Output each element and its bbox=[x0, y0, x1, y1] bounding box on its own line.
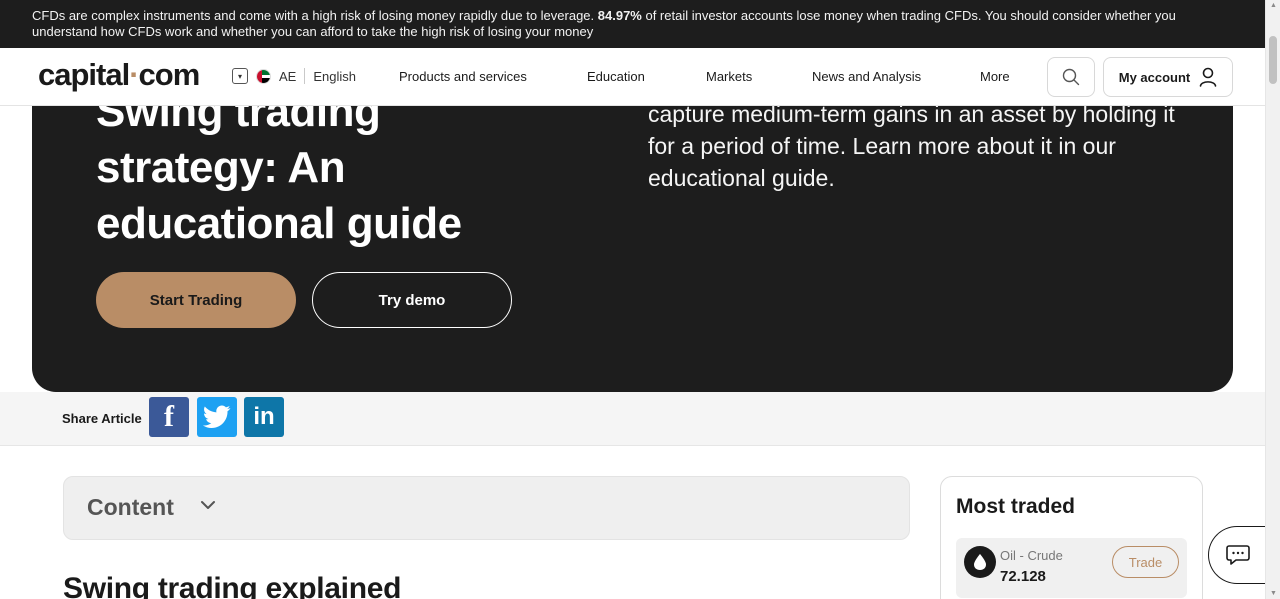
logo-dot: · bbox=[129, 57, 139, 92]
risk-text-before: CFDs are complex instruments and come wi… bbox=[32, 8, 598, 23]
nav-item-education[interactable]: Education bbox=[587, 69, 645, 84]
scroll-down-arrow-icon[interactable]: ▼ bbox=[1270, 590, 1277, 597]
try-demo-button[interactable]: Try demo bbox=[312, 272, 512, 328]
logo-part-left: capital bbox=[38, 57, 130, 92]
page-title: Swing trading strategy: An educational g… bbox=[96, 87, 462, 248]
language-label[interactable]: English bbox=[313, 69, 356, 84]
chat-icon bbox=[1226, 545, 1250, 565]
market-item[interactable]: Oil - Crude 72.128 Trade bbox=[956, 538, 1187, 598]
trade-button[interactable]: Trade bbox=[1112, 546, 1179, 578]
nav-item-products[interactable]: Products and services bbox=[399, 69, 527, 84]
main-navigation: capital·com ▾ AE English Products and se… bbox=[0, 48, 1265, 106]
share-article-bar: Share Article f in bbox=[0, 392, 1265, 446]
scrollbar-thumb[interactable] bbox=[1269, 36, 1277, 84]
nav-item-markets[interactable]: Markets bbox=[706, 69, 752, 84]
content-accordion[interactable]: Content bbox=[63, 476, 910, 540]
nav-item-news[interactable]: News and Analysis bbox=[812, 69, 921, 84]
uae-flag-icon bbox=[256, 68, 271, 84]
twitter-icon[interactable] bbox=[197, 397, 237, 437]
page-scrollbar[interactable]: ▲ ▼ bbox=[1265, 0, 1280, 599]
my-account-button[interactable]: My account bbox=[1103, 57, 1233, 97]
region-code: AE bbox=[279, 68, 297, 84]
chevron-down-icon[interactable]: ▾ bbox=[232, 68, 248, 84]
nav-item-more[interactable]: More bbox=[980, 69, 1010, 84]
risk-warning-banner: CFDs are complex instruments and come wi… bbox=[0, 0, 1265, 48]
search-icon bbox=[1062, 68, 1080, 86]
oil-drop-icon bbox=[964, 546, 996, 578]
logo-part-right: com bbox=[138, 57, 201, 92]
page: CFDs are complex instruments and come wi… bbox=[0, 0, 1280, 599]
search-button[interactable] bbox=[1047, 57, 1095, 97]
most-traded-title: Most traded bbox=[956, 495, 1076, 518]
my-account-label: My account bbox=[1118, 69, 1191, 85]
chat-button[interactable] bbox=[1208, 526, 1268, 584]
region-language-selector[interactable]: ▾ AE English bbox=[232, 68, 356, 84]
start-trading-button[interactable]: Start Trading bbox=[96, 272, 296, 328]
risk-percent: 84.97% bbox=[597, 8, 642, 23]
section-heading: Swing trading explained bbox=[63, 572, 402, 599]
linkedin-icon[interactable]: in bbox=[244, 397, 284, 437]
market-name: Oil - Crude bbox=[1000, 548, 1063, 563]
user-icon bbox=[1199, 67, 1217, 87]
share-article-label: Share Article bbox=[62, 411, 142, 426]
capital-com-logo[interactable]: capital·com bbox=[38, 57, 201, 93]
market-price: 72.128 bbox=[1000, 568, 1046, 585]
divider bbox=[304, 68, 306, 84]
facebook-icon[interactable]: f bbox=[149, 397, 189, 437]
most-traded-panel: Most traded Oil - Crude 72.128 Trade bbox=[940, 476, 1203, 599]
chevron-down-icon bbox=[201, 501, 215, 509]
scroll-up-arrow-icon[interactable]: ▲ bbox=[1270, 2, 1277, 9]
hero-section: Swing trading strategy: An educational g… bbox=[32, 60, 1233, 392]
content-accordion-title: Content bbox=[87, 494, 174, 520]
